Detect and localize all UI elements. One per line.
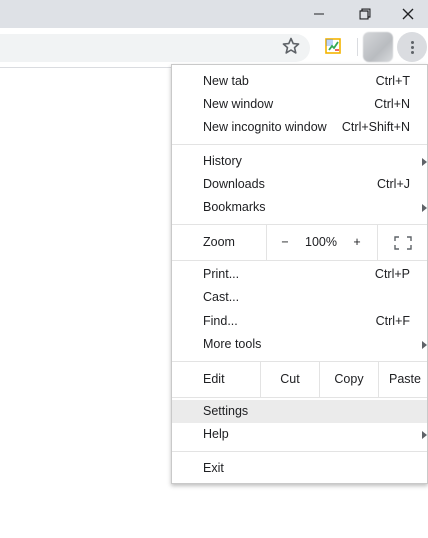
chevron-right-icon	[422, 204, 427, 212]
menu-divider	[172, 260, 427, 261]
menu-divider	[172, 451, 427, 452]
menu-item-label: Help	[203, 427, 229, 441]
chevron-right-icon	[422, 158, 427, 166]
profile-avatar[interactable]	[363, 32, 393, 62]
menu-item-label: Print...	[203, 267, 240, 281]
menu-item-find[interactable]: Find... Ctrl+F	[172, 310, 427, 333]
zoom-in-button[interactable]: +	[339, 225, 375, 260]
menu-item-label: New tab	[203, 74, 249, 88]
menu-item-label: Downloads	[203, 177, 265, 191]
menu-item-label: Settings	[203, 404, 249, 418]
more-vert-icon-dot	[410, 50, 414, 54]
minimize-button[interactable]	[296, 0, 342, 28]
menu-item-help[interactable]: Help	[172, 423, 427, 446]
address-bar[interactable]	[0, 34, 310, 62]
close-icon	[402, 8, 414, 20]
zoom-row: Zoom − 100% +	[172, 225, 427, 260]
menu-item-label: Exit	[203, 461, 224, 475]
menu-item-shortcut: Ctrl+J	[377, 177, 410, 191]
paste-button[interactable]: Paste	[379, 362, 428, 397]
menu-item-new-incognito-window[interactable]: New incognito window Ctrl+Shift+N	[172, 116, 427, 139]
menu-item-history[interactable]: History	[172, 150, 427, 173]
window-title-bar	[0, 0, 428, 28]
zoom-label: Zoom	[203, 235, 235, 249]
close-window-button[interactable]	[388, 0, 428, 28]
menu-item-downloads[interactable]: Downloads Ctrl+J	[172, 173, 427, 196]
edit-row: Edit Cut Copy Paste	[172, 362, 427, 397]
toolbar-separator	[357, 38, 358, 56]
menu-item-more-tools[interactable]: More tools	[172, 333, 427, 356]
restore-icon	[359, 8, 371, 20]
menu-item-label: Bookmarks	[203, 200, 266, 214]
menu-item-label: More tools	[203, 337, 262, 351]
fullscreen-icon	[394, 236, 412, 250]
menu-item-shortcut: Ctrl+F	[375, 314, 410, 328]
menu-item-label: New incognito window	[203, 120, 327, 134]
restore-button[interactable]	[342, 0, 388, 28]
menu-item-label: History	[203, 154, 242, 168]
bookmark-star-button[interactable]	[279, 34, 303, 58]
fullscreen-button[interactable]	[378, 225, 427, 260]
cut-button[interactable]: Cut	[261, 362, 319, 397]
menu-item-label: Cast...	[203, 290, 240, 304]
edit-label: Edit	[203, 372, 225, 386]
menu-divider	[172, 397, 427, 398]
menu-item-print[interactable]: Print... Ctrl+P	[172, 263, 427, 286]
menu-item-bookmarks[interactable]: Bookmarks	[172, 196, 427, 219]
menu-item-new-tab[interactable]: New tab Ctrl+T	[172, 70, 427, 93]
chrome-menu-button[interactable]	[397, 32, 427, 62]
chevron-right-icon	[422, 341, 427, 349]
menu-item-new-window[interactable]: New window Ctrl+N	[172, 93, 427, 116]
menu-item-shortcut: Ctrl+N	[374, 97, 410, 111]
browser-toolbar	[0, 28, 428, 68]
extension-button[interactable]	[322, 35, 344, 57]
zoom-level: 100%	[305, 235, 337, 249]
menu-item-label: New window	[203, 97, 274, 111]
more-vert-icon-dot	[410, 45, 414, 49]
zoom-out-button[interactable]: −	[267, 225, 303, 260]
menu-item-cast[interactable]: Cast...	[172, 286, 427, 309]
extension-icon	[325, 38, 341, 54]
chrome-main-menu: New tab Ctrl+T New window Ctrl+N New inc…	[171, 64, 428, 484]
menu-divider	[172, 144, 427, 145]
copy-button[interactable]: Copy	[320, 362, 378, 397]
menu-item-shortcut: Ctrl+T	[375, 74, 410, 88]
menu-item-label: Find...	[203, 314, 238, 328]
menu-item-shortcut: Ctrl+P	[374, 267, 410, 281]
more-vert-icon	[410, 40, 414, 44]
chevron-right-icon	[422, 431, 427, 439]
menu-item-exit[interactable]: Exit	[172, 457, 427, 480]
menu-item-shortcut: Ctrl+Shift+N	[341, 120, 410, 134]
minimize-icon	[314, 13, 324, 15]
star-icon	[282, 37, 300, 54]
menu-item-settings[interactable]: Settings	[172, 400, 427, 423]
